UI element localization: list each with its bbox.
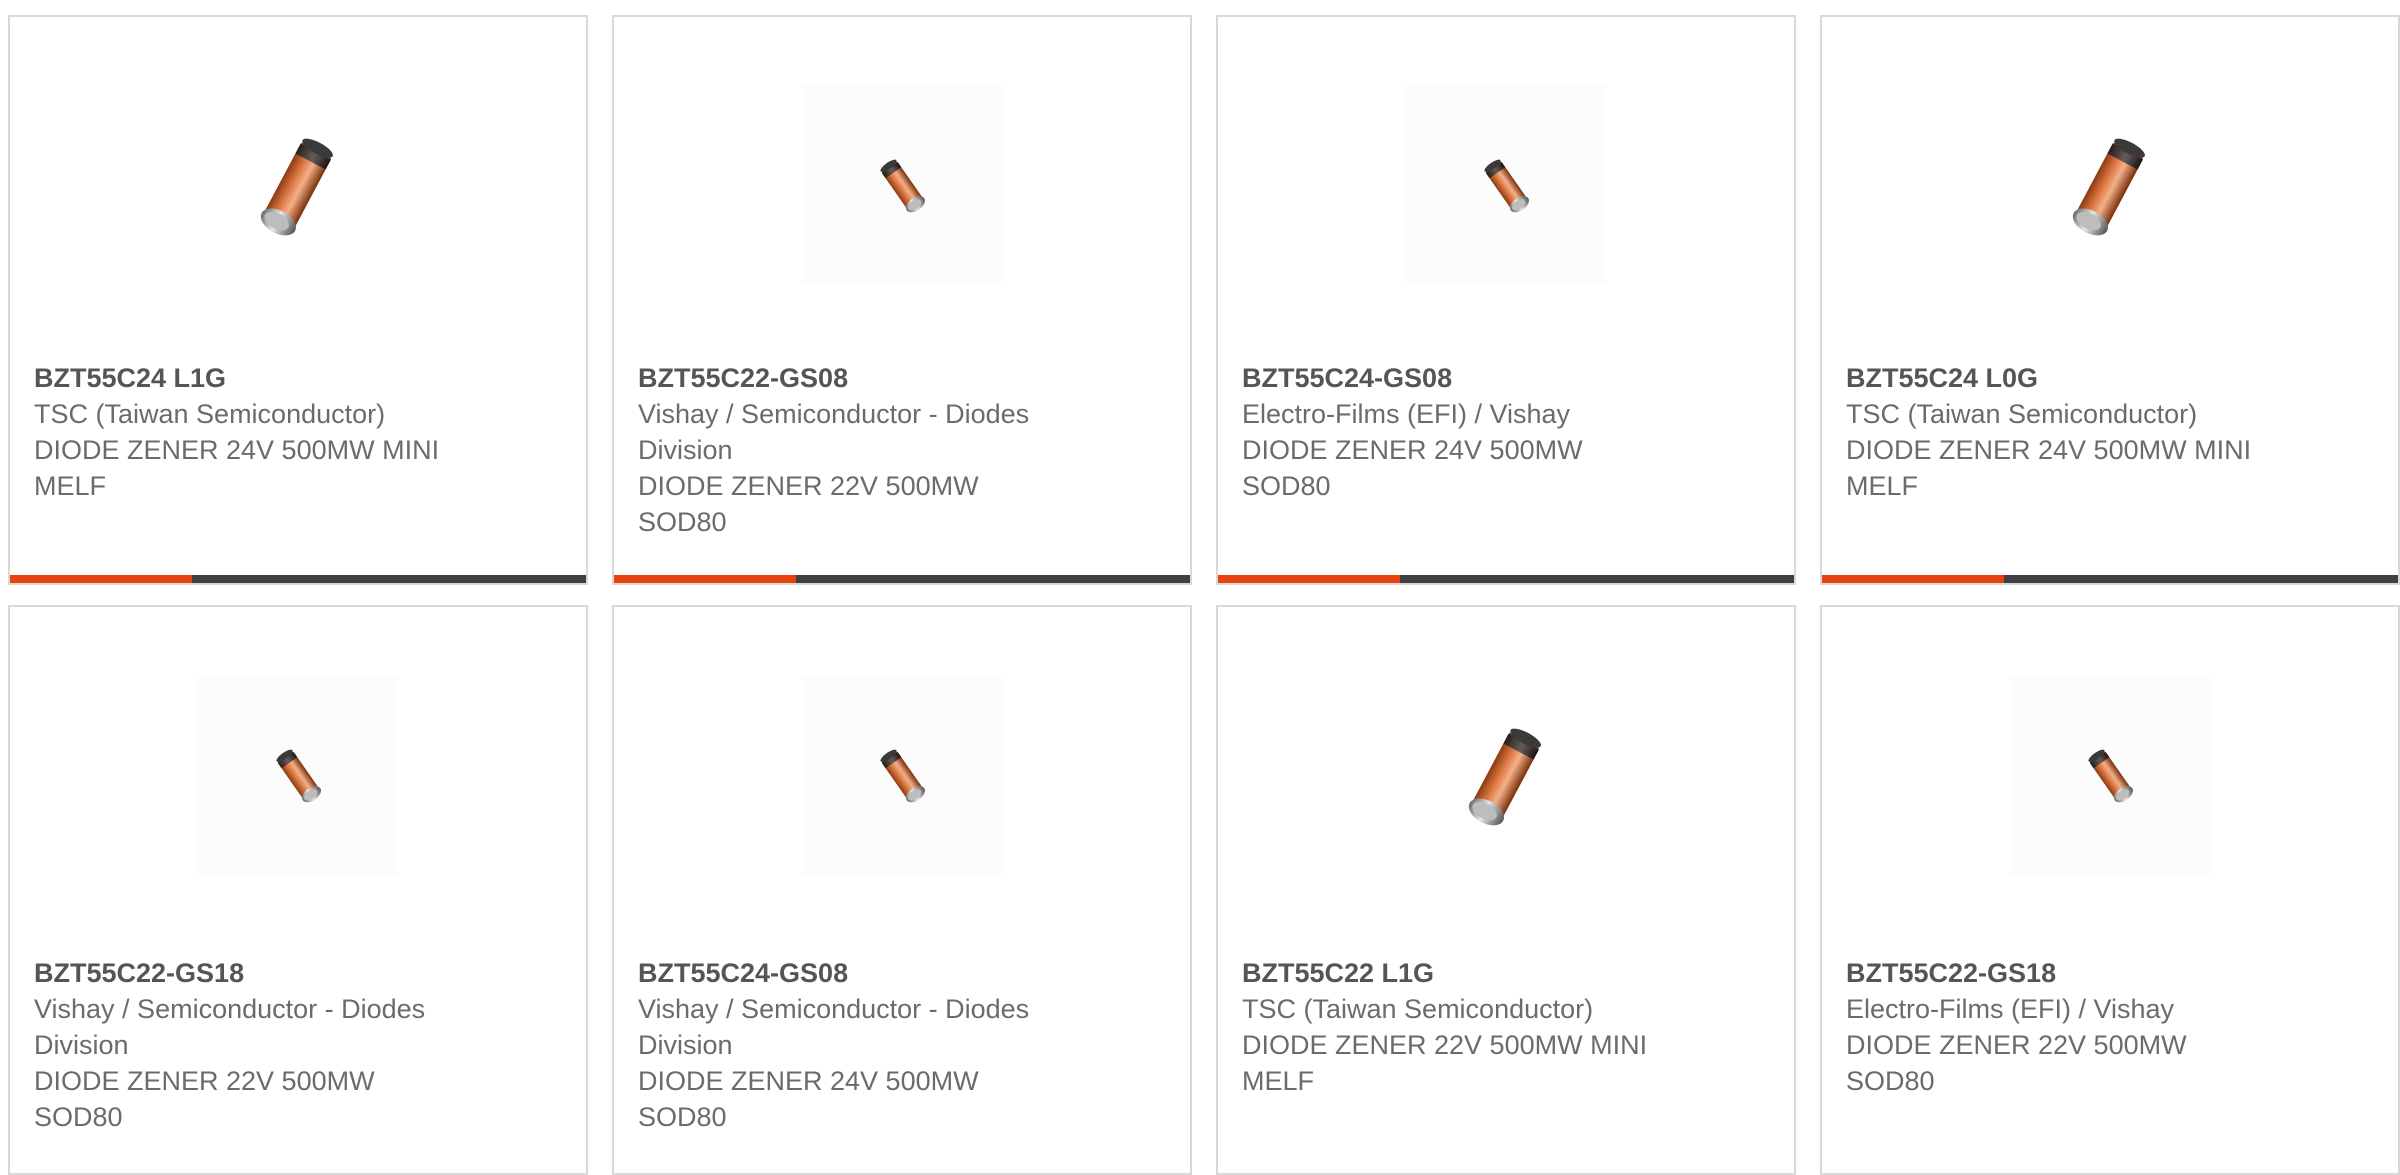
card-bar-accent xyxy=(1822,575,2004,583)
product-card[interactable]: BZT55C24 L1G TSC (Taiwan Semiconductor) … xyxy=(8,15,588,585)
diode-large-icon xyxy=(198,85,398,285)
product-card[interactable]: BZT55C22-GS18 Electro-Films (EFI) / Vish… xyxy=(1820,605,2400,1175)
description: DIODE ZENER 22V 500MW SOD80 xyxy=(1846,1030,2187,1096)
diode-large-icon xyxy=(1406,675,1606,875)
part-number[interactable]: BZT55C22-GS18 xyxy=(34,955,562,991)
part-number[interactable]: BZT55C22-GS18 xyxy=(1846,955,2374,991)
product-info: BZT55C24 L1G TSC (Taiwan Semiconductor) … xyxy=(34,360,562,504)
card-bar-accent xyxy=(1218,575,1400,583)
product-info: BZT55C24 L0G TSC (Taiwan Semiconductor) … xyxy=(1846,360,2374,504)
product-info: BZT55C22-GS08 Vishay / Semiconductor - D… xyxy=(638,360,1166,540)
product-info: BZT55C24-GS08 Electro-Films (EFI) / Vish… xyxy=(1242,360,1770,504)
description: DIODE ZENER 22V 500MW SOD80 xyxy=(34,1066,375,1132)
manufacturer: Electro-Films (EFI) / Vishay xyxy=(1846,994,2175,1024)
diode-small-icon xyxy=(198,675,398,875)
description: DIODE ZENER 24V 500MW MINI MELF xyxy=(34,435,440,501)
part-number[interactable]: BZT55C24-GS08 xyxy=(1242,360,1770,396)
description: DIODE ZENER 24V 500MW SOD80 xyxy=(1242,435,1583,501)
diode-small-icon xyxy=(802,675,1002,875)
card-bar xyxy=(1218,575,1794,583)
part-number[interactable]: BZT55C22 L1G xyxy=(1242,955,1770,991)
manufacturer: TSC (Taiwan Semiconductor) xyxy=(1846,399,2198,429)
product-card[interactable]: BZT55C24-GS08 Electro-Films (EFI) / Vish… xyxy=(1216,15,1796,585)
manufacturer: Vishay / Semiconductor - Diodes Division xyxy=(34,994,426,1060)
product-card[interactable]: BZT55C22-GS08 Vishay / Semiconductor - D… xyxy=(612,15,1192,585)
product-card[interactable]: BZT55C22-GS18 Vishay / Semiconductor - D… xyxy=(8,605,588,1175)
diode-small-icon xyxy=(802,85,1002,285)
part-number[interactable]: BZT55C24 L1G xyxy=(34,360,562,396)
part-number[interactable]: BZT55C22-GS08 xyxy=(638,360,1166,396)
product-card[interactable]: BZT55C22 L1G TSC (Taiwan Semiconductor) … xyxy=(1216,605,1796,1175)
product-card[interactable]: BZT55C24 L0G TSC (Taiwan Semiconductor) … xyxy=(1820,15,2400,585)
diode-small-icon xyxy=(1406,85,1606,285)
description: DIODE ZENER 22V 500MW MINI MELF xyxy=(1242,1030,1648,1096)
manufacturer: Vishay / Semiconductor - Diodes Division xyxy=(638,399,1030,465)
manufacturer: TSC (Taiwan Semiconductor) xyxy=(34,399,386,429)
product-info: BZT55C22-GS18 Vishay / Semiconductor - D… xyxy=(34,955,562,1135)
card-bar-accent xyxy=(614,575,796,583)
description: DIODE ZENER 22V 500MW SOD80 xyxy=(638,471,979,537)
diode-large-icon xyxy=(2010,85,2210,285)
product-card[interactable]: BZT55C24-GS08 Vishay / Semiconductor - D… xyxy=(612,605,1192,1175)
product-info: BZT55C24-GS08 Vishay / Semiconductor - D… xyxy=(638,955,1166,1135)
card-bar-accent xyxy=(10,575,192,583)
manufacturer: Electro-Films (EFI) / Vishay xyxy=(1242,399,1571,429)
manufacturer: Vishay / Semiconductor - Diodes Division xyxy=(638,994,1030,1060)
part-number[interactable]: BZT55C24-GS08 xyxy=(638,955,1166,991)
product-grid: BZT55C24 L1G TSC (Taiwan Semiconductor) … xyxy=(8,15,2400,1175)
card-bar xyxy=(614,575,1190,583)
product-info: BZT55C22 L1G TSC (Taiwan Semiconductor) … xyxy=(1242,955,1770,1099)
diode-small-icon xyxy=(2010,675,2210,875)
card-bar xyxy=(1822,575,2398,583)
manufacturer: TSC (Taiwan Semiconductor) xyxy=(1242,994,1594,1024)
description: DIODE ZENER 24V 500MW SOD80 xyxy=(638,1066,979,1132)
card-bar xyxy=(10,575,586,583)
description: DIODE ZENER 24V 500MW MINI MELF xyxy=(1846,435,2252,501)
part-number[interactable]: BZT55C24 L0G xyxy=(1846,360,2374,396)
product-info: BZT55C22-GS18 Electro-Films (EFI) / Vish… xyxy=(1846,955,2374,1099)
